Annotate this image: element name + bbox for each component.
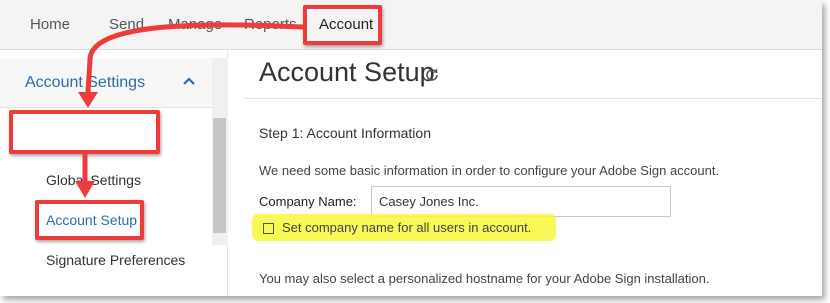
- company-name-label: Company Name:: [259, 194, 357, 209]
- step-heading: Step 1: Account Information: [259, 125, 431, 141]
- annotation-box-account-settings: [9, 110, 160, 154]
- hostname-text: You may also select a personalized hostn…: [259, 271, 710, 286]
- nav-manage[interactable]: Manage: [168, 16, 222, 33]
- company-name-input[interactable]: [371, 186, 671, 217]
- nav-reports[interactable]: Reports: [244, 16, 297, 33]
- app-window: Home Send Manage Reports Account Account…: [0, 0, 822, 296]
- sidebar-scroll-thumb[interactable]: [213, 118, 226, 233]
- annotation-box-account-setup: [35, 200, 144, 240]
- title-divider: [244, 98, 822, 99]
- annotation-box-account: [303, 5, 382, 45]
- description-text: We need some basic information in order …: [259, 163, 720, 178]
- account-settings-label[interactable]: Account Settings: [25, 74, 145, 92]
- company-name-all-users-checkbox[interactable]: [263, 223, 274, 234]
- sidebar-item-global-settings[interactable]: Global Settings: [46, 172, 141, 188]
- chevron-up-icon[interactable]: [182, 76, 196, 86]
- top-nav: Home Send Manage Reports Account: [0, 0, 822, 50]
- sidebar-item-signature-preferences[interactable]: Signature Preferences: [46, 252, 185, 268]
- nav-send[interactable]: Send: [109, 16, 144, 33]
- nav-home[interactable]: Home: [30, 16, 70, 33]
- refresh-icon[interactable]: [424, 67, 440, 83]
- checkbox-label[interactable]: Set company name for all users in accoun…: [282, 220, 531, 235]
- page-title: Account Setup: [259, 57, 435, 87]
